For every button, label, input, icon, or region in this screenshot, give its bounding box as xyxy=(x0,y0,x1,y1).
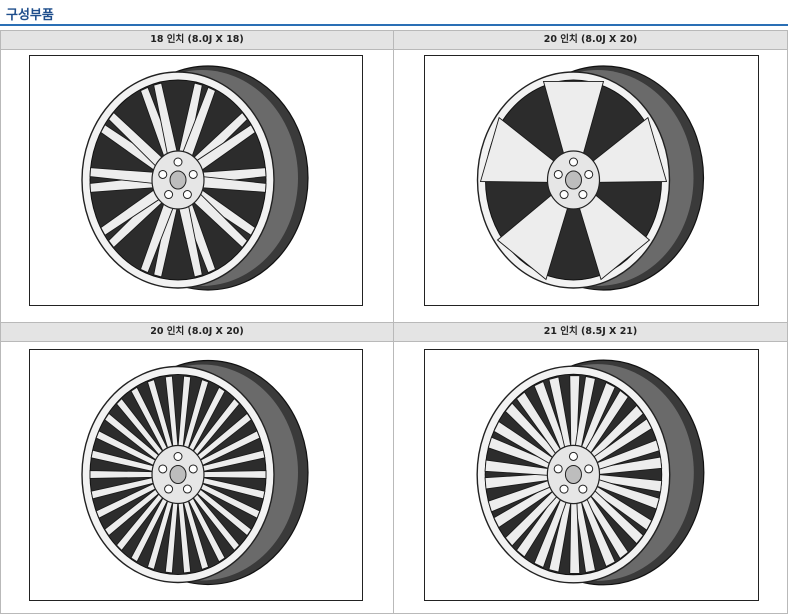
cell-header: 20 인치 (8.0J X 20) xyxy=(394,31,787,50)
wheel-image-frame xyxy=(29,349,363,601)
table-cell: 20 인치 (8.0J X 20) xyxy=(1,323,393,613)
cell-header: 18 인치 (8.0J X 18) xyxy=(1,31,393,50)
wheel-image-frame xyxy=(424,55,759,306)
cell-header: 21 인치 (8.5J X 21) xyxy=(394,323,787,342)
component-table: 18 인치 (8.0J X 18) 20 인치 (8.0J X 20) 20 인… xyxy=(0,30,788,614)
wheel-drawing xyxy=(81,359,309,586)
wheel-20in-multi-spoke-icon xyxy=(81,359,309,586)
wheel-image-frame xyxy=(29,55,363,306)
wheel-drawing xyxy=(476,359,705,586)
table-cell: 21 인치 (8.5J X 21) xyxy=(394,323,787,613)
table-cell: 20 인치 (8.0J X 20) xyxy=(394,31,787,322)
wheel-drawing xyxy=(476,65,705,291)
wheel-image-frame xyxy=(424,349,759,601)
wheel-21in-lattice-spoke-icon xyxy=(476,359,705,586)
table-cell: 18 인치 (8.0J X 18) xyxy=(1,31,393,322)
page-title: 구성부품 xyxy=(6,8,54,23)
cell-header: 20 인치 (8.0J X 20) xyxy=(1,323,393,342)
wheel-18in-icon xyxy=(81,65,309,291)
wheel-drawing xyxy=(81,65,309,291)
wheel-20in-five-spoke-icon xyxy=(476,65,705,291)
title-bar: 구성부품 xyxy=(0,0,788,26)
